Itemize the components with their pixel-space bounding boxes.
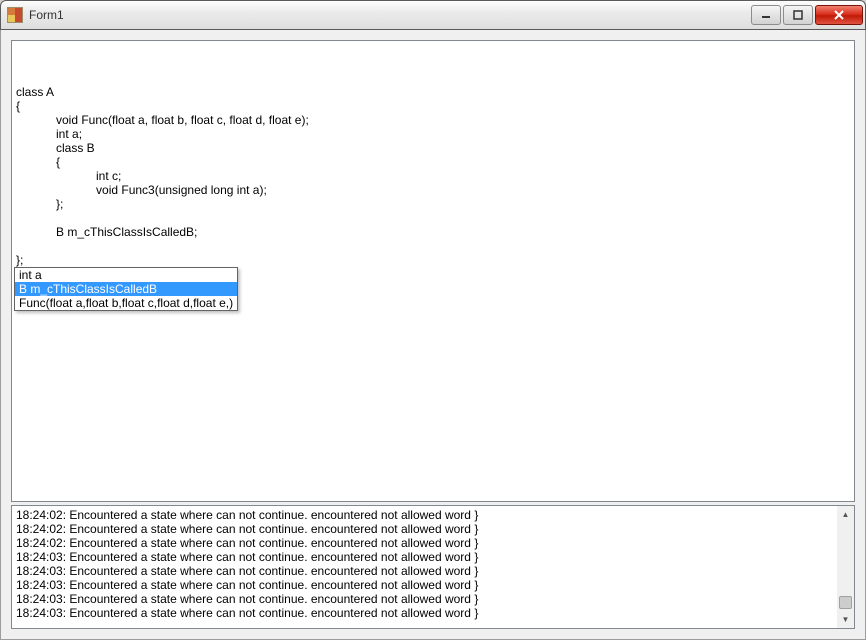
- log-line: 18:24:02: Encountered a state where can …: [16, 508, 850, 522]
- autocomplete-item[interactable]: int a: [15, 268, 237, 282]
- log-line: 18:24:03: Encountered a state where can …: [16, 550, 850, 564]
- app-icon: [7, 7, 23, 23]
- scroll-thumb[interactable]: [839, 596, 852, 609]
- code-line: };: [16, 197, 850, 211]
- log-line: 18:24:03: Encountered a state where can …: [16, 606, 850, 620]
- code-line: B m_cThisClassIsCalledB;: [16, 225, 850, 239]
- log-line: 18:24:02: Encountered a state where can …: [16, 522, 850, 536]
- code-line: {: [16, 99, 850, 113]
- minimize-button[interactable]: [751, 5, 781, 25]
- maximize-button[interactable]: [783, 5, 813, 25]
- code-line: int a;: [16, 127, 850, 141]
- close-button[interactable]: [815, 5, 863, 25]
- scroll-up-arrow-icon[interactable]: ▲: [837, 506, 854, 523]
- code-line: [16, 211, 850, 225]
- code-line: [16, 239, 850, 253]
- code-line: void Func3(unsigned long int a);: [16, 183, 850, 197]
- code-line: class B: [16, 141, 850, 155]
- title-bar: Form1: [0, 0, 866, 30]
- log-line: 18:24:03: Encountered a state where can …: [16, 564, 850, 578]
- autocomplete-item[interactable]: B m_cThisClassIsCalledB: [15, 282, 237, 296]
- code-line: {: [16, 155, 850, 169]
- autocomplete-item[interactable]: Func(float a,float b,float c,float d,flo…: [15, 296, 237, 310]
- window-button-group: [751, 5, 863, 25]
- log-vertical-scrollbar[interactable]: ▲ ▼: [837, 506, 854, 628]
- log-line: 18:24:03: Encountered a state where can …: [16, 578, 850, 592]
- code-line: };: [16, 253, 850, 267]
- scroll-down-arrow-icon[interactable]: ▼: [837, 611, 854, 628]
- code-line: int c;: [16, 169, 850, 183]
- log-line: 18:24:03: Encountered a state where can …: [16, 592, 850, 606]
- window-title: Form1: [29, 8, 751, 22]
- code-editor[interactable]: class A{ void Func(float a, float b, flo…: [11, 40, 855, 502]
- autocomplete-popup[interactable]: int aB m_cThisClassIsCalledBFunc(float a…: [14, 267, 238, 311]
- log-line: 18:24:02: Encountered a state where can …: [16, 536, 850, 550]
- client-area: class A{ void Func(float a, float b, flo…: [0, 30, 866, 640]
- code-line: void Func(float a, float b, float c, flo…: [16, 113, 850, 127]
- log-panel[interactable]: 18:24:02: Encountered a state where can …: [11, 505, 855, 629]
- code-line: class A: [16, 85, 850, 99]
